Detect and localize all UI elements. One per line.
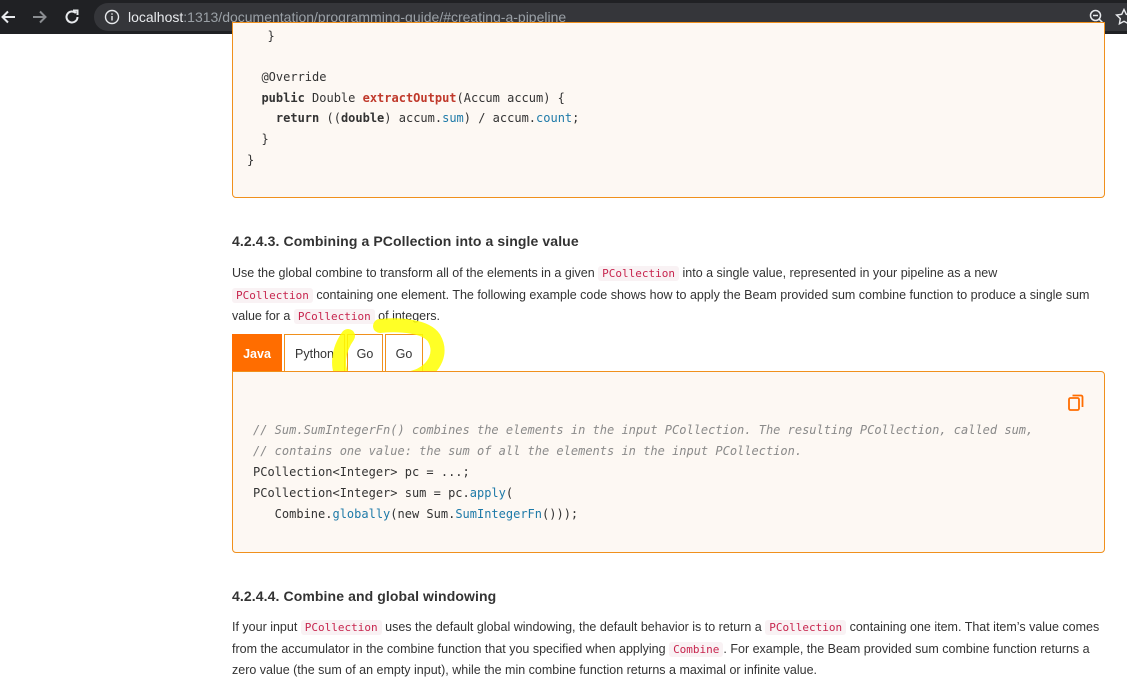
language-tabs: Java Python Go Go bbox=[232, 334, 425, 372]
tab-go[interactable]: Go bbox=[347, 334, 383, 372]
section-paragraph: If your input PCollection uses the defau… bbox=[232, 620, 1100, 677]
code-line: PCollection<Integer> sum = pc.apply( bbox=[253, 486, 514, 500]
arrow-left-icon bbox=[1, 10, 15, 24]
bookmark-star-icon[interactable] bbox=[1115, 8, 1127, 26]
arrow-right-icon bbox=[33, 10, 47, 24]
inline-code: PCollection bbox=[765, 620, 847, 635]
code-line: } bbox=[247, 132, 269, 146]
tab-go-duplicate[interactable]: Go bbox=[385, 334, 423, 372]
forward-button[interactable] bbox=[26, 3, 54, 31]
inline-code: PCollection bbox=[232, 287, 313, 303]
copy-icon[interactable] bbox=[1068, 394, 1084, 412]
code-line: return ((double) accum.sum) / accum.coun… bbox=[247, 111, 580, 125]
code-line: public Double extractOutput(Accum accum)… bbox=[247, 91, 565, 105]
code-block-sum-example: // Sum.SumIntegerFn() combines the eleme… bbox=[232, 371, 1105, 553]
inline-code: PCollection bbox=[293, 309, 375, 324]
inline-code: PCollection bbox=[598, 266, 680, 281]
tab-python[interactable]: Python bbox=[284, 334, 345, 372]
reload-icon bbox=[65, 9, 79, 24]
code-block-accumulator: } @Override public Double extractOutput(… bbox=[232, 22, 1105, 198]
inline-code: Combine bbox=[669, 641, 724, 657]
tab-java[interactable]: Java bbox=[232, 334, 282, 372]
section-heading-global-windowing: 4.2.4.4. Combine and global windowing bbox=[232, 588, 497, 604]
code-line: Combine.globally(new Sum.SumIntegerFn())… bbox=[253, 507, 579, 521]
reload-button[interactable] bbox=[58, 3, 86, 31]
info-icon[interactable] bbox=[104, 9, 120, 25]
code-line: } bbox=[247, 153, 255, 167]
code-line: } bbox=[253, 29, 275, 43]
url-host: localhost bbox=[128, 9, 184, 25]
section-paragraph: Use the global combine to transform all … bbox=[232, 266, 1090, 324]
code-line: @Override bbox=[247, 70, 327, 84]
code-comment: // contains one value: the sum of all th… bbox=[253, 444, 803, 458]
section-heading-combine-single-value: 4.2.4.3. Combining a PCollection into a … bbox=[232, 233, 579, 249]
back-button[interactable] bbox=[0, 3, 22, 31]
code-line: PCollection<Integer> pc = ...; bbox=[253, 465, 470, 479]
code-comment: // Sum.SumIntegerFn() combines the eleme… bbox=[253, 423, 1034, 437]
inline-code: PCollection bbox=[300, 620, 382, 635]
